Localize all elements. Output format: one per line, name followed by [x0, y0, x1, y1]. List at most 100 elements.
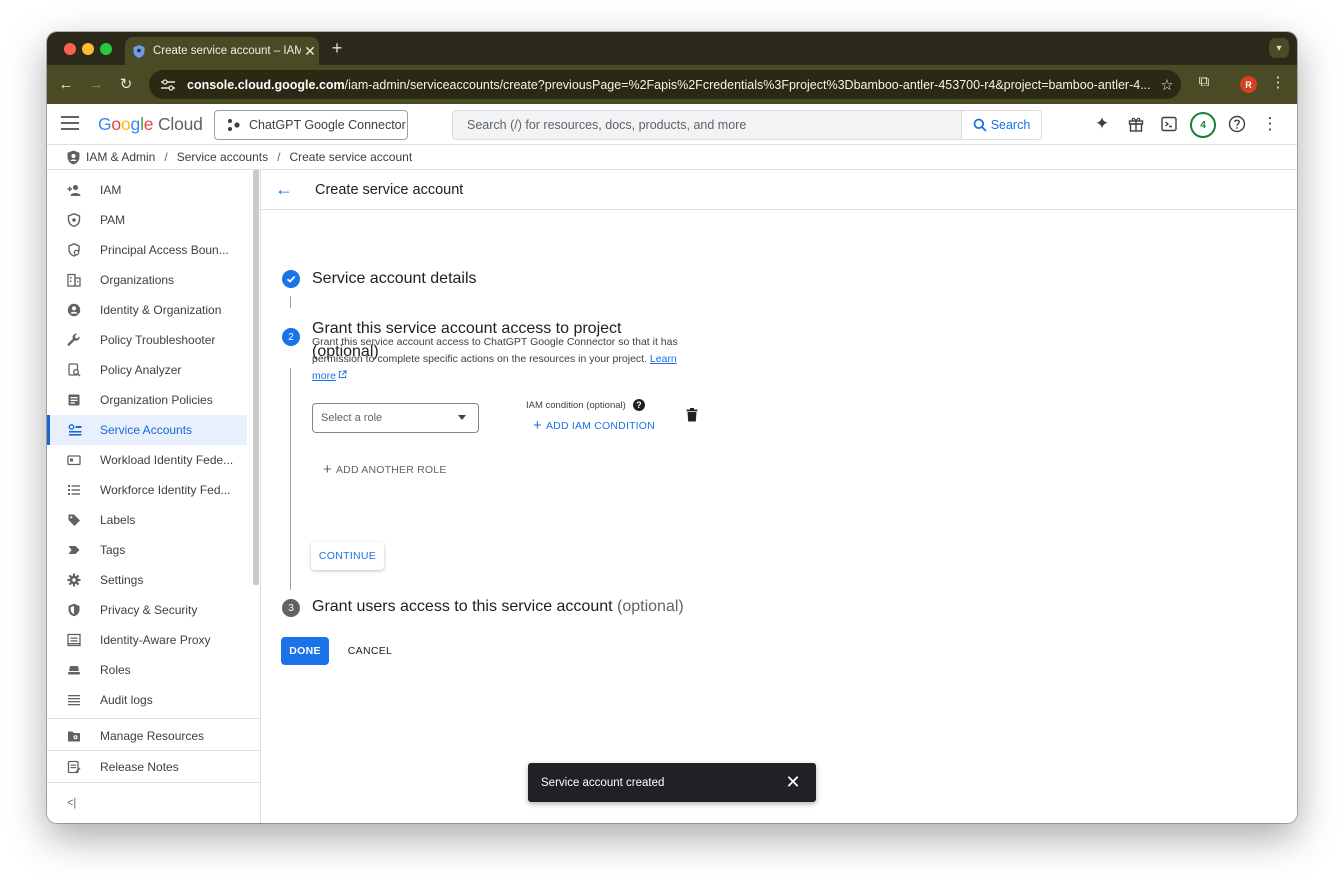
sidebar-item-iam[interactable]: IAM: [47, 175, 247, 205]
search-bar[interactable]: Search (/) for resources, docs, products…: [452, 110, 1042, 140]
sidebar-item-organizations[interactable]: Organizations: [47, 265, 247, 295]
new-tab-button[interactable]: +: [327, 38, 347, 59]
sidebar-scrollbar[interactable]: [253, 170, 259, 585]
bookmark-star-icon[interactable]: ☆: [1153, 76, 1181, 94]
search-button[interactable]: Search: [961, 111, 1041, 139]
maximize-window-button[interactable]: [100, 43, 112, 55]
close-tab-icon[interactable]: ✕: [301, 43, 319, 60]
more-vert-icon[interactable]: ⋮: [1259, 113, 1281, 135]
back-arrow-icon[interactable]: ←: [275, 179, 293, 200]
extensions-icon[interactable]: ⧉: [1193, 73, 1215, 90]
cancel-button[interactable]: CANCEL: [341, 637, 399, 665]
sidebar-item-identity-organization[interactable]: Identity & Organization: [47, 295, 247, 325]
project-selector[interactable]: ChatGPT Google Connector: [214, 110, 408, 140]
sidebar-item-label: Manage Resources: [100, 729, 205, 743]
step1-title[interactable]: Service account details: [312, 270, 477, 288]
browser-tab[interactable]: Create service account – IAM ✕: [125, 37, 319, 65]
sidebar-item-manage-resources[interactable]: Manage Resources: [47, 721, 247, 751]
breadcrumb: IAM & Admin / Service accounts / Create …: [47, 145, 1297, 170]
plus-icon: +: [533, 417, 542, 434]
gemini-sparkle-icon[interactable]: ✦: [1091, 113, 1113, 135]
sidebar-item-tags[interactable]: Tags: [47, 535, 247, 565]
google-cloud-logo[interactable]: Google Cloud: [98, 114, 203, 135]
address-bar[interactable]: console.cloud.google.com/iam-admin/servi…: [149, 70, 1181, 99]
sidebar-item-policy-analyzer[interactable]: Policy Analyzer: [47, 355, 247, 385]
shield-check-icon: [47, 603, 100, 617]
sidebar-item-policy-troubleshooter[interactable]: Policy Troubleshooter: [47, 325, 247, 355]
sidebar-item-organization-policies[interactable]: Organization Policies: [47, 385, 247, 415]
sidebar-item-settings[interactable]: Settings: [47, 565, 247, 595]
logo-letter: G: [98, 114, 112, 134]
help-icon[interactable]: [1226, 113, 1248, 135]
tab-title: Create service account – IAM: [153, 45, 301, 57]
sidebar-item-privacy-security[interactable]: Privacy & Security: [47, 595, 247, 625]
sidebar-item-labels[interactable]: Labels: [47, 505, 247, 535]
sidebar-divider: [47, 750, 260, 751]
breadcrumb-separator: /: [277, 150, 281, 164]
step2-number-badge: 2: [282, 328, 300, 346]
search-input[interactable]: Search (/) for resources, docs, products…: [453, 111, 961, 139]
delete-role-icon[interactable]: [686, 408, 698, 422]
step3-title[interactable]: Grant users access to this service accou…: [312, 598, 684, 616]
sidebar-divider: [47, 782, 260, 783]
sidebar-item-workload-identity[interactable]: Workload Identity Fede...: [47, 445, 247, 475]
profile-avatar[interactable]: R: [1240, 76, 1257, 93]
notifications-badge[interactable]: 4: [1190, 112, 1216, 138]
continue-button[interactable]: CONTINUE: [311, 542, 384, 570]
breadcrumb-current: Create service account: [289, 150, 413, 164]
main-content: ← Create service account Service account…: [261, 170, 1297, 823]
sidebar-item-label: Workforce Identity Fed...: [100, 483, 231, 497]
sidebar-item-label: Organization Policies: [100, 393, 213, 407]
collapse-sidebar-icon[interactable]: <|: [67, 797, 76, 809]
minimize-window-button[interactable]: [82, 43, 94, 55]
console-header: Google Cloud ChatGPT Google Connector Se…: [47, 104, 1297, 145]
sidebar-item-label: Tags: [100, 543, 126, 557]
iam-shield-icon: [67, 150, 80, 165]
sidebar-item-roles[interactable]: Roles: [47, 655, 247, 685]
cloud-shell-icon[interactable]: [1158, 113, 1180, 135]
step-connector: [290, 368, 291, 590]
building-icon: [47, 273, 100, 287]
site-settings-icon[interactable]: [157, 76, 179, 94]
gear-icon: [47, 573, 100, 587]
menu-icon[interactable]: [61, 116, 79, 130]
sidebar-item-pam[interactable]: PAM: [47, 205, 247, 235]
person-add-icon: [47, 183, 100, 197]
forward-arrow-icon[interactable]: →: [85, 74, 107, 96]
sidebar-item-service-accounts[interactable]: Service Accounts: [47, 415, 247, 445]
sidebar-item-release-notes[interactable]: Release Notes: [47, 752, 247, 782]
back-arrow-icon[interactable]: ←: [55, 74, 77, 96]
reload-icon[interactable]: ↻: [115, 74, 137, 96]
sidebar: IAM PAM Principal Access Boun... Organiz…: [47, 170, 261, 823]
dropdown-caret-icon: [458, 415, 466, 420]
service-account-icon: [50, 423, 100, 437]
sidebar-item-label: Privacy & Security: [100, 603, 198, 617]
sidebar-item-label: Identity & Organization: [100, 303, 222, 317]
step3-optional: (optional): [617, 598, 684, 615]
sidebar-item-identity-aware-proxy[interactable]: Identity-Aware Proxy: [47, 625, 247, 655]
analyzer-icon: [47, 363, 100, 377]
tab-strip: Create service account – IAM ✕ + ▾: [47, 32, 1297, 65]
done-button[interactable]: DONE: [281, 637, 329, 665]
gift-icon[interactable]: [1125, 113, 1147, 135]
snackbar-message: Service account created: [541, 776, 665, 789]
list-box-icon: [47, 393, 100, 407]
sidebar-item-audit-logs[interactable]: Audit logs: [47, 685, 247, 715]
sidebar-item-label: Roles: [100, 663, 131, 677]
breadcrumb-iam-admin[interactable]: IAM & Admin: [86, 150, 155, 164]
close-icon[interactable]: ✕: [770, 772, 816, 793]
breadcrumb-service-accounts[interactable]: Service accounts: [177, 150, 268, 164]
roles-icon: [47, 663, 100, 677]
sidebar-item-principal-access-boundary[interactable]: Principal Access Boun...: [47, 235, 247, 265]
more-vert-icon[interactable]: ⋮: [1267, 73, 1289, 91]
help-icon[interactable]: ?: [632, 399, 645, 411]
browser-toolbar: ← → ↻ console.cloud.google.com/iam-admin…: [47, 65, 1297, 104]
account-circle-icon: [47, 303, 100, 317]
sidebar-item-workforce-identity[interactable]: Workforce Identity Fed...: [47, 475, 247, 505]
add-another-role-button[interactable]: + ADD ANOTHER ROLE: [323, 461, 447, 478]
tab-search-button[interactable]: ▾: [1269, 38, 1289, 58]
close-window-button[interactable]: [64, 43, 76, 55]
add-iam-condition-button[interactable]: + ADD IAM CONDITION: [533, 417, 655, 434]
role-select[interactable]: Select a role: [312, 403, 479, 433]
step3-number-badge: 3: [282, 599, 300, 617]
